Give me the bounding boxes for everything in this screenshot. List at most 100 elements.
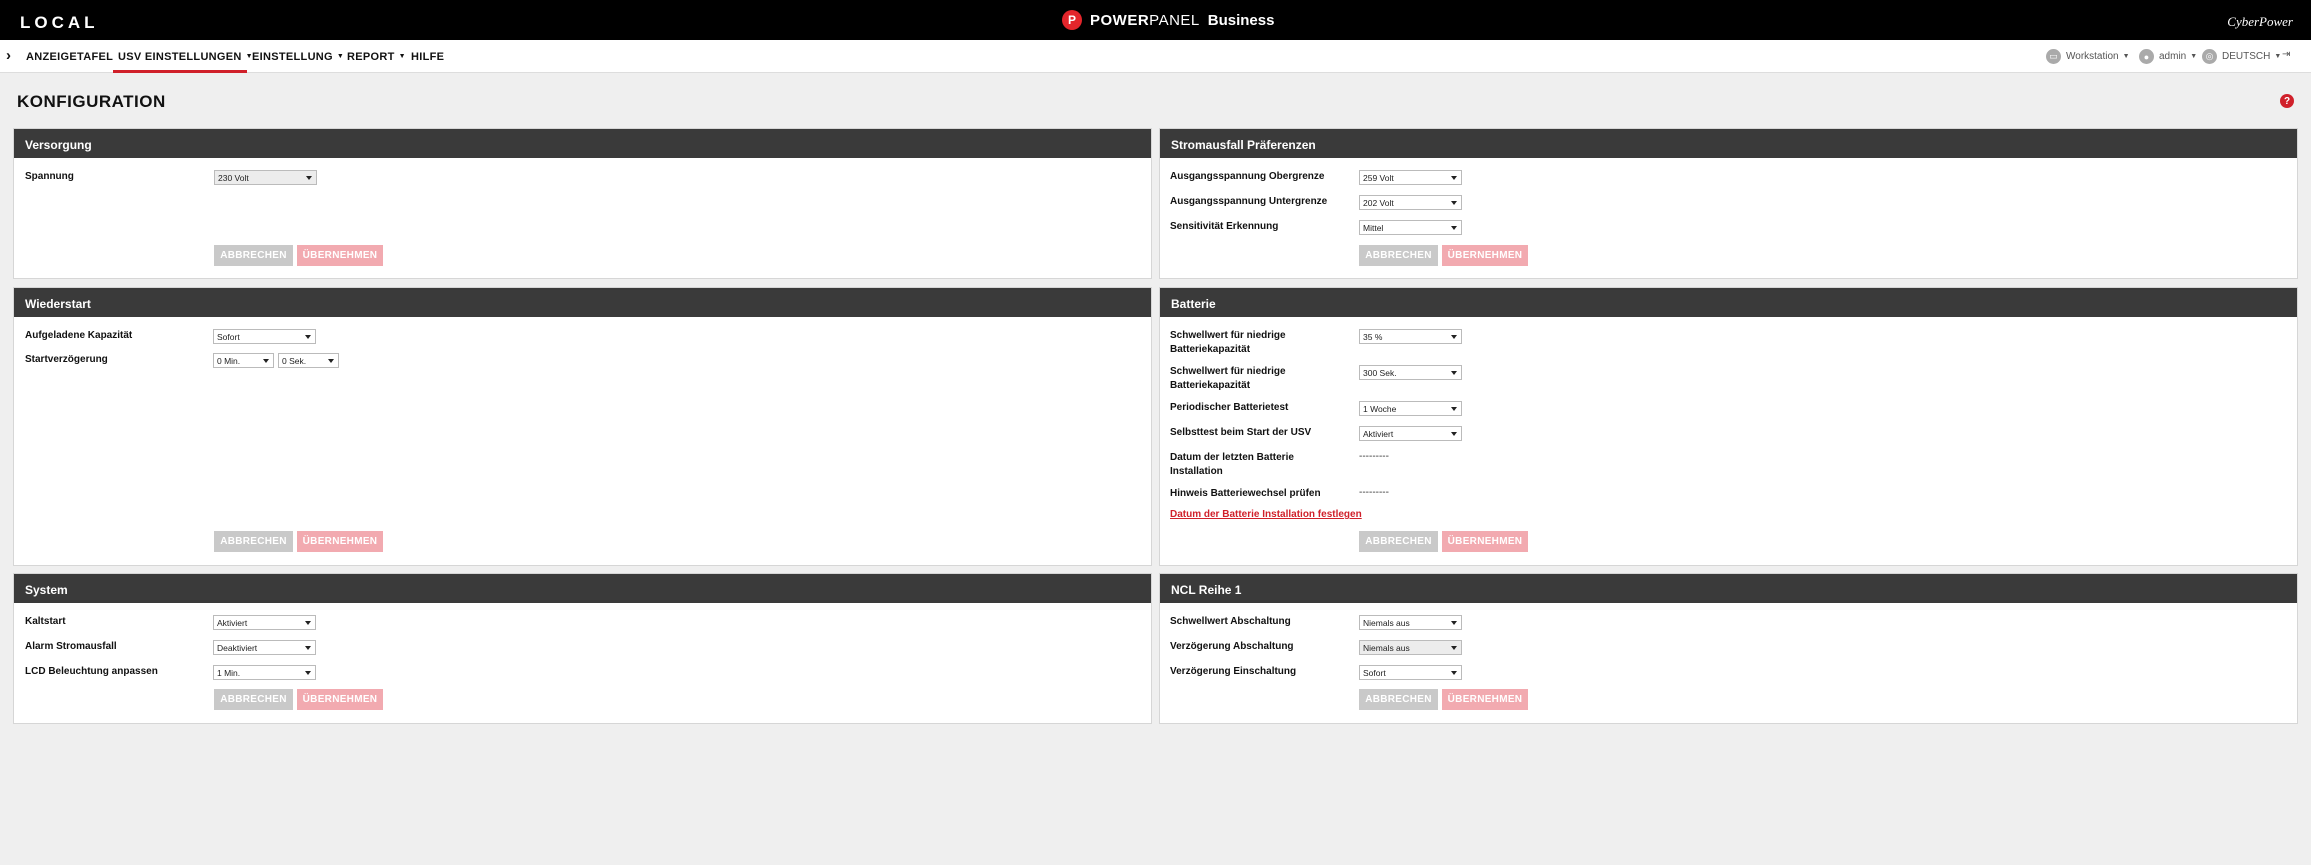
sensitivitaet-select[interactable]: Mittel — [1359, 220, 1462, 235]
chevron-down-icon: ▼ — [336, 53, 345, 60]
kaltstart-select[interactable]: Aktiviert — [213, 615, 316, 630]
untergrenze-select[interactable]: 202 Volt — [1359, 195, 1462, 210]
chevron-down-icon: ▼ — [398, 53, 406, 60]
panel-title: Versorgung — [14, 129, 1151, 158]
nav-einstellung[interactable]: EINSTELLUNG ▼ — [252, 51, 344, 63]
spannung-label: Spannung — [25, 171, 74, 182]
cancel-button[interactable]: ABBRECHEN — [214, 531, 293, 552]
nav-anzeigetafel[interactable]: ANZEIGETAFEL — [26, 51, 113, 63]
panel-ncl: NCL Reihe 1 Schwellwert Abschaltung Niem… — [1159, 573, 2298, 724]
nav-usv-einstellungen[interactable]: USV EINSTELLUNGEN ▼ — [118, 51, 253, 63]
apply-button[interactable]: ÜBERNEHMEN — [1442, 245, 1528, 266]
install-date-label: Datum der letzten Batterie Installation — [1170, 452, 1294, 477]
help-icon[interactable]: ? — [2280, 94, 2294, 108]
brand-name: POWERPANEL — [1090, 11, 1200, 29]
replace-hint-label: Hinweis Batteriewechsel prüfen — [1170, 488, 1321, 499]
panel-title: Stromausfall Präferenzen — [1160, 129, 2297, 158]
obergrenze-select[interactable]: 259 Volt — [1359, 170, 1462, 185]
replace-hint-value: --------- — [1359, 487, 1389, 498]
dropdown-arrow-icon — [1451, 621, 1457, 625]
set-install-date-link[interactable]: Datum der Batterie Installation festlege… — [1170, 509, 1362, 520]
apply-button[interactable]: ÜBERNEHMEN — [1442, 689, 1528, 710]
logout-icon[interactable]: ⇥ — [2282, 49, 2290, 60]
panel-system: System Kaltstart Aktiviert Alarm Stromau… — [13, 573, 1152, 724]
selftest-select[interactable]: Aktiviert — [1359, 426, 1462, 441]
panel-versorgung: Versorgung Spannung 230 Volt ABBRECHEN Ü… — [13, 128, 1152, 279]
apply-button[interactable]: ÜBERNEHMEN — [297, 245, 383, 266]
brand-suffix: Business — [1207, 11, 1275, 29]
verz-abschaltung-select[interactable]: Niemals aus — [1359, 640, 1462, 655]
lcd-label: LCD Beleuchtung anpassen — [25, 666, 158, 677]
workstation-menu[interactable]: ▭ Workstation ▼ — [2046, 49, 2130, 64]
chevron-down-icon: ▼ — [2274, 53, 2282, 60]
lcd-select[interactable]: 1 Min. — [213, 665, 316, 680]
dropdown-arrow-icon — [1451, 407, 1457, 411]
startverzoegerung-min-select[interactable]: 0 Min. — [213, 353, 274, 368]
top-bar: LOCAL P POWERPANEL Business CyberPower — [0, 0, 2311, 40]
panel-title: Wiederstart — [14, 288, 1151, 317]
main-nav: › ANZEIGETAFEL USV EINSTELLUNGEN ▼ EINSTE… — [0, 40, 2311, 73]
cancel-button[interactable]: ABBRECHEN — [1359, 245, 1438, 266]
language-menu[interactable]: ◎ DEUTSCH ▼ — [2202, 49, 2281, 64]
untergrenze-label: Ausgangsspannung Untergrenze — [1170, 196, 1328, 207]
panel-title: System — [14, 574, 1151, 603]
kaltstart-label: Kaltstart — [25, 616, 66, 627]
dropdown-arrow-icon — [305, 671, 311, 675]
dropdown-arrow-icon — [263, 359, 269, 363]
sensitivitaet-label: Sensitivität Erkennung — [1170, 221, 1279, 232]
chevron-down-icon: ▼ — [2122, 53, 2130, 60]
apply-button[interactable]: ÜBERNEHMEN — [297, 689, 383, 710]
user-icon: ● — [2139, 49, 2154, 64]
alarm-label: Alarm Stromausfall — [25, 641, 117, 652]
dropdown-arrow-icon — [328, 359, 334, 363]
panel-title: NCL Reihe 1 — [1160, 574, 2297, 603]
monitor-icon: ▭ — [2046, 49, 2061, 64]
low-capacity-time-label: Schwellwert für niedrige Batteriekapazitä… — [1170, 366, 1286, 391]
dropdown-arrow-icon — [306, 176, 312, 180]
alarm-select[interactable]: Deaktiviert — [213, 640, 316, 655]
power-logo-icon: P — [1062, 10, 1082, 30]
vendor-logo: CyberPower — [2227, 14, 2293, 29]
panel-title: Batterie — [1160, 288, 2297, 317]
cancel-button[interactable]: ABBRECHEN — [214, 245, 293, 266]
periodic-test-label: Periodischer Batterietest — [1170, 402, 1289, 413]
cancel-button[interactable]: ABBRECHEN — [1359, 531, 1438, 552]
low-capacity-percent-select[interactable]: 35 % — [1359, 329, 1462, 344]
dropdown-arrow-icon — [305, 335, 311, 339]
panel-wiederstart: Wiederstart Aufgeladene Kapazität Sofort… — [13, 287, 1152, 566]
dropdown-arrow-icon — [1451, 371, 1457, 375]
dropdown-arrow-icon — [1451, 201, 1457, 205]
dropdown-arrow-icon — [305, 646, 311, 650]
cancel-button[interactable]: ABBRECHEN — [1359, 689, 1438, 710]
startverzoegerung-sek-select[interactable]: 0 Sek. — [278, 353, 339, 368]
globe-icon: ◎ — [2202, 49, 2217, 64]
panel-stromausfall: Stromausfall Präferenzen Ausgangsspannun… — [1159, 128, 2298, 279]
cancel-button[interactable]: ABBRECHEN — [214, 689, 293, 710]
dropdown-arrow-icon — [305, 621, 311, 625]
dropdown-arrow-icon — [1451, 646, 1457, 650]
low-capacity-label: Schwellwert für niedrige Batteriekapazitä… — [1170, 330, 1286, 355]
periodic-test-select[interactable]: 1 Woche — [1359, 401, 1462, 416]
verz-einschaltung-select[interactable]: Sofort — [1359, 665, 1462, 680]
dropdown-arrow-icon — [1451, 671, 1457, 675]
apply-button[interactable]: ÜBERNEHMEN — [297, 531, 383, 552]
dropdown-arrow-icon — [1451, 432, 1457, 436]
nav-hilfe[interactable]: HILFE — [411, 51, 444, 63]
brand-logo: P POWERPANEL Business — [1062, 10, 1274, 30]
apply-button[interactable]: ÜBERNEHMEN — [1442, 531, 1528, 552]
obergrenze-label: Ausgangsspannung Obergrenze — [1170, 171, 1325, 182]
nav-report[interactable]: REPORT ▼ — [347, 51, 406, 63]
install-date-value: --------- — [1359, 451, 1389, 462]
spannung-select[interactable]: 230 Volt — [214, 170, 317, 185]
chevron-down-icon: ▼ — [2190, 53, 2198, 60]
dropdown-arrow-icon — [1451, 226, 1457, 230]
selftest-label: Selbsttest beim Start der USV — [1170, 427, 1312, 438]
kapazitaet-label: Aufgeladene Kapazität — [25, 330, 133, 341]
page-title: KONFIGURATION — [17, 92, 166, 111]
sidebar-toggle-icon[interactable]: › — [6, 47, 11, 64]
low-capacity-time-select[interactable]: 300 Sek. — [1359, 365, 1462, 380]
kapazitaet-select[interactable]: Sofort — [213, 329, 316, 344]
user-menu[interactable]: ● admin ▼ — [2139, 49, 2197, 64]
abschaltung-select[interactable]: Niemals aus — [1359, 615, 1462, 630]
dropdown-arrow-icon — [1451, 176, 1457, 180]
